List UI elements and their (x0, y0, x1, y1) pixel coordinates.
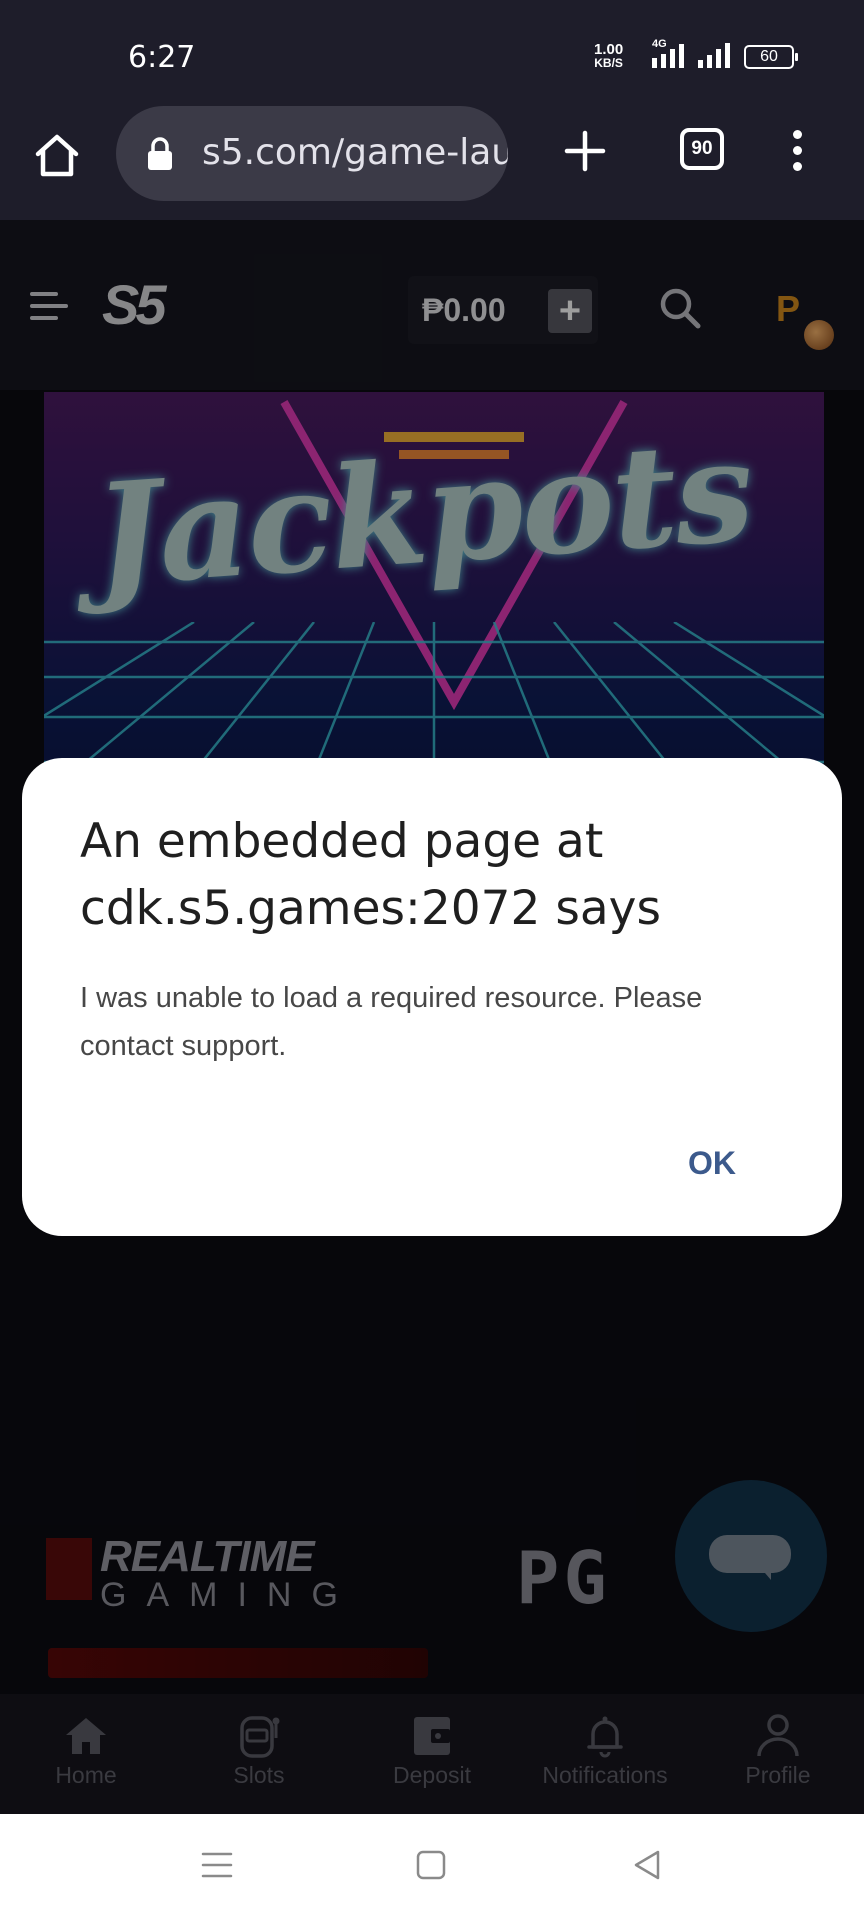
home-button[interactable] (32, 130, 82, 180)
url-text: s5.com/game-launch (202, 132, 508, 173)
network-speed-unit: KB/S (594, 56, 623, 70)
signal-4g-icon: 4G (650, 38, 692, 75)
dialog-message: I was unable to load a required resource… (80, 982, 703, 1062)
battery-icon: 60 (744, 45, 798, 69)
lock-icon (148, 137, 172, 170)
signal-icon (696, 40, 736, 75)
tab-switcher-button[interactable]: 90 (680, 128, 724, 170)
home-nav-button[interactable] (414, 1848, 448, 1887)
square-icon (416, 1850, 446, 1880)
back-triangle-icon (634, 1850, 660, 1880)
network-speed: 1.00 KB/S (594, 42, 623, 69)
menu-icon (201, 1852, 233, 1878)
home-icon (35, 134, 79, 177)
browser-menu-button[interactable] (788, 130, 806, 174)
dialog-title: An embedded page at cdk.s5.games:2072 sa… (80, 814, 661, 936)
screen: 6:27 1.00 KB/S 4G 60 s5.com/game-lau 90 … (0, 0, 864, 1920)
url-bar[interactable]: s5.com/game-launch (116, 106, 508, 201)
ok-button[interactable]: OK (672, 1136, 752, 1190)
new-tab-button[interactable] (562, 128, 608, 174)
plus-icon (564, 130, 606, 172)
back-button[interactable] (630, 1848, 664, 1887)
network-speed-value: 1.00 (594, 41, 624, 58)
recent-apps-button[interactable] (200, 1848, 234, 1887)
more-vert-icon (792, 130, 802, 139)
network-type-label: 4G (652, 38, 667, 50)
browser-toolbar: s5.com/game-launch 90 (0, 100, 864, 220)
alert-dialog: An embedded page at cdk.s5.games:2072 sa… (22, 758, 842, 1236)
status-time: 6:27 (128, 40, 196, 75)
status-bar: 6:27 1.00 KB/S 4G 60 (0, 0, 864, 100)
system-nav-bar (0, 1814, 864, 1920)
